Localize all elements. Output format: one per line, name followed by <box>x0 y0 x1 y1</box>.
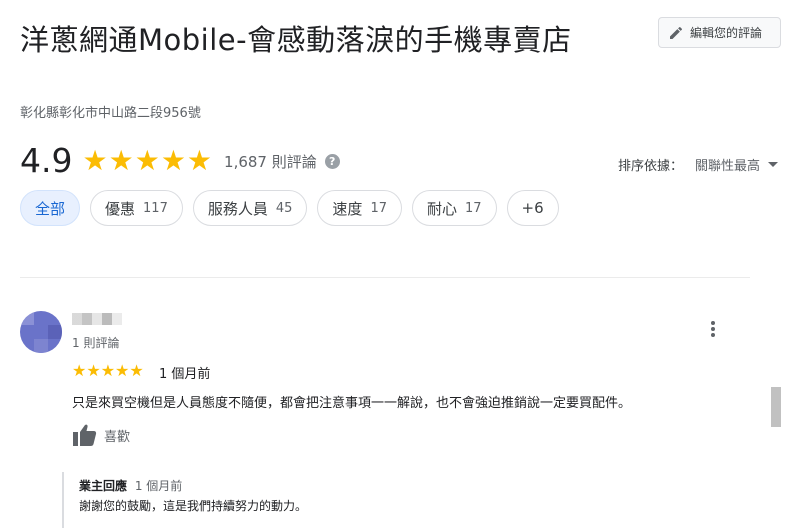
chip-count: 117 <box>143 200 168 216</box>
chip-count: 45 <box>275 200 293 216</box>
chip-label: +6 <box>521 199 544 217</box>
chip-label: 全部 <box>35 199 66 218</box>
chip-label: 耐心 <box>426 199 457 218</box>
chip-patience[interactable]: 耐心 17 <box>411 190 497 226</box>
rating-summary: 4.9 ★ ★ ★ ★ ★ 1,687 則評論 ? <box>20 141 340 181</box>
edit-review-label: 編輯您的評論 <box>690 26 763 40</box>
chip-speed[interactable]: 速度 17 <box>317 190 402 226</box>
review-stars: ★ ★ ★ ★ ★ <box>72 363 144 379</box>
review-time: 1 個月前 <box>159 367 211 382</box>
rating-value: 4.9 <box>20 141 73 180</box>
star-icon: ★ <box>82 144 108 177</box>
review-count: 1,687 則評論 <box>224 152 317 171</box>
owner-reply-time: 1 個月前 <box>134 479 183 493</box>
review-text: 只是來買空機但是人員態度不隨便，都會把注意事項一一解說，也不會強迫推銷說一定要買… <box>72 396 632 411</box>
chip-more[interactable]: +6 <box>506 190 559 226</box>
thumbs-up-icon <box>73 424 97 446</box>
avatar[interactable] <box>20 311 62 353</box>
star-icon: ★ <box>72 361 87 380</box>
rating-stars: ★ ★ ★ ★ ★ <box>82 147 212 175</box>
chip-count: 17 <box>465 200 482 216</box>
owner-reply-text: 謝謝您的鼓勵，這是我們持續努力的動力。 <box>79 499 308 513</box>
chip-label: 速度 <box>332 199 363 218</box>
chevron-down-icon <box>768 162 778 167</box>
owner-reply-label: 業主回應 <box>79 479 128 493</box>
place-title: 洋蔥網通Mobile-會感動落淚的手機專賣店 <box>20 23 572 57</box>
star-icon: ★ <box>186 144 213 177</box>
like-button[interactable]: 喜歡 <box>72 423 130 447</box>
star-icon: ★ <box>160 144 186 177</box>
chip-discount[interactable]: 優惠 117 <box>90 190 183 226</box>
star-icon: ★ <box>115 361 130 380</box>
sort-label: 排序依據： <box>617 159 683 174</box>
star-icon: ★ <box>100 361 116 380</box>
star-icon: ★ <box>129 361 144 380</box>
star-icon: ★ <box>86 361 101 380</box>
sort-value: 關聯性最高 <box>694 159 760 174</box>
reviewer-review-count: 1 則評論 <box>72 336 120 350</box>
star-icon: ★ <box>134 144 160 177</box>
chip-staff[interactable]: 服務人員 45 <box>192 190 308 226</box>
reviewer-name-blurred[interactable] <box>72 313 122 325</box>
edit-review-button[interactable]: 編輯您的評論 <box>658 17 781 48</box>
chip-label: 服務人員 <box>207 199 268 218</box>
like-label: 喜歡 <box>104 429 131 445</box>
chip-count: 17 <box>370 200 387 216</box>
pencil-icon <box>670 26 683 39</box>
divider <box>20 277 750 278</box>
place-address: 彰化縣彰化市中山路二段956號 <box>20 106 201 121</box>
chip-label: 優惠 <box>105 199 136 218</box>
help-icon[interactable]: ? <box>324 153 340 169</box>
sort-dropdown[interactable]: 排序依據： 關聯性最高 <box>618 155 778 174</box>
filter-chips: 全部 優惠 117 服務人員 45 速度 17 耐心 17 +6 <box>20 190 559 226</box>
owner-reply: 業主回應 1 個月前 謝謝您的鼓勵，這是我們持續努力的動力。 <box>62 472 742 528</box>
more-options-icon[interactable] <box>706 318 720 340</box>
chip-all[interactable]: 全部 <box>20 190 81 226</box>
scrollbar[interactable] <box>771 387 781 427</box>
star-icon: ★ <box>108 144 134 177</box>
